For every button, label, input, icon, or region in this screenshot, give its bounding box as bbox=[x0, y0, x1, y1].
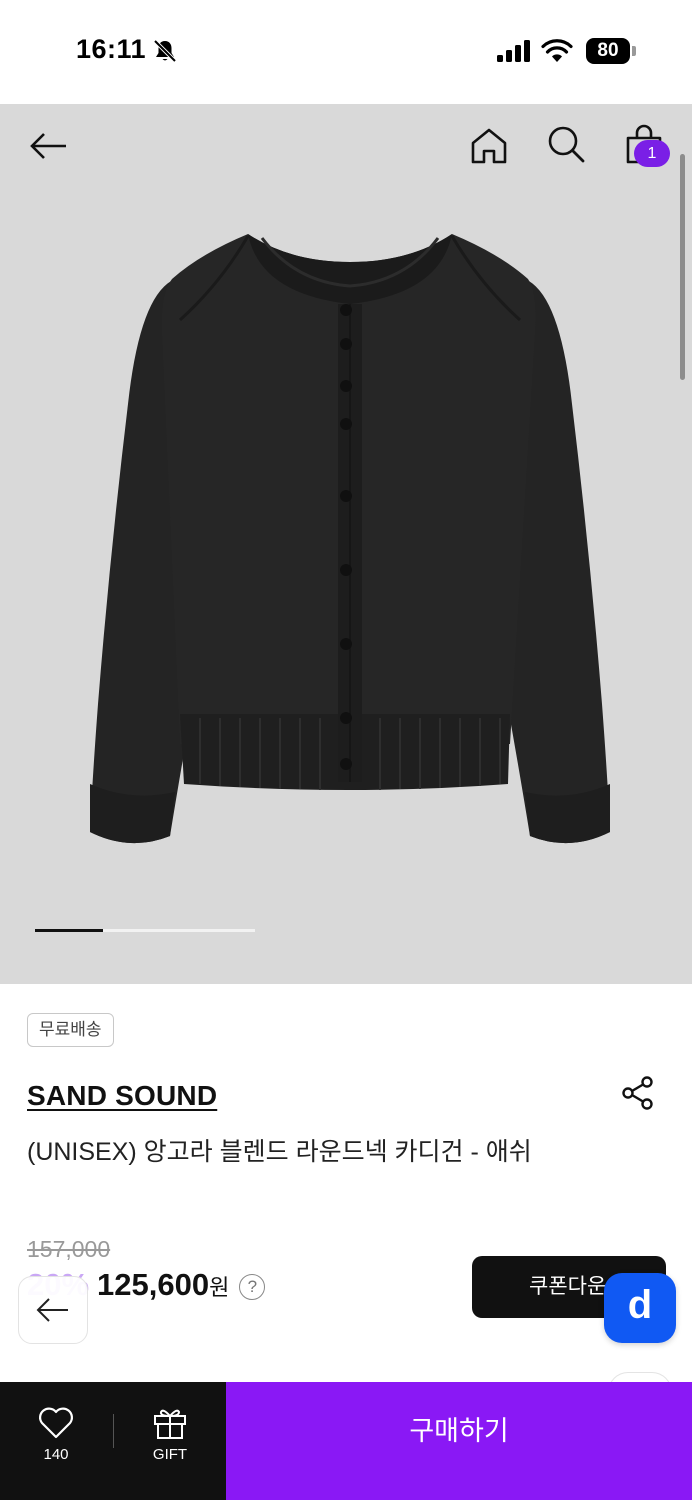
search-icon[interactable] bbox=[544, 122, 588, 166]
brand-name[interactable]: SAND SOUND bbox=[27, 1080, 217, 1112]
bell-off-icon bbox=[153, 39, 177, 63]
battery-level: 80 bbox=[586, 38, 630, 64]
currency-unit: 원 bbox=[209, 1275, 230, 1300]
image-progress-bar bbox=[35, 929, 255, 932]
home-icon[interactable] bbox=[467, 124, 511, 168]
product-gallery[interactable]: 1 bbox=[0, 104, 692, 984]
bottom-left-panel: 140 GIFT bbox=[0, 1382, 226, 1500]
cart-count-badge: 1 bbox=[634, 140, 670, 167]
gift-label: GIFT bbox=[152, 1446, 188, 1463]
sale-price: 125,600 bbox=[97, 1267, 210, 1302]
app-shortcut-button[interactable]: d bbox=[604, 1273, 676, 1343]
back-arrow-icon[interactable] bbox=[26, 124, 70, 168]
heart-icon bbox=[39, 1407, 73, 1439]
wishlist-button[interactable]: 140 bbox=[20, 1382, 92, 1500]
gift-button[interactable]: GIFT bbox=[134, 1382, 206, 1500]
product-image bbox=[90, 234, 610, 844]
share-icon[interactable] bbox=[620, 1075, 656, 1111]
battery-icon: 80 bbox=[586, 38, 636, 64]
original-price: 157,000 bbox=[27, 1236, 111, 1262]
help-icon[interactable]: ? bbox=[239, 1274, 266, 1300]
divider bbox=[113, 1414, 114, 1448]
status-time: 16:11 bbox=[76, 34, 147, 64]
free-shipping-badge: 무료배송 bbox=[27, 1013, 114, 1047]
floating-back-button[interactable] bbox=[18, 1276, 88, 1344]
bottom-action-bar: 140 GIFT 구매하기 bbox=[0, 1382, 692, 1500]
status-bar: 16:11 80 bbox=[0, 0, 692, 104]
buy-button[interactable]: 구매하기 bbox=[226, 1382, 692, 1500]
signal-icon bbox=[497, 40, 530, 62]
product-title: (UNISEX) 앙고라 블렌드 라운드넥 카디건 - 애쉬 bbox=[27, 1138, 532, 1166]
scrollbar[interactable] bbox=[680, 154, 685, 380]
wifi-icon bbox=[541, 39, 573, 62]
wishlist-count: 140 bbox=[43, 1446, 69, 1463]
gift-icon bbox=[154, 1409, 186, 1439]
image-progress-fill bbox=[35, 929, 103, 932]
back-arrow-icon bbox=[36, 1298, 68, 1322]
